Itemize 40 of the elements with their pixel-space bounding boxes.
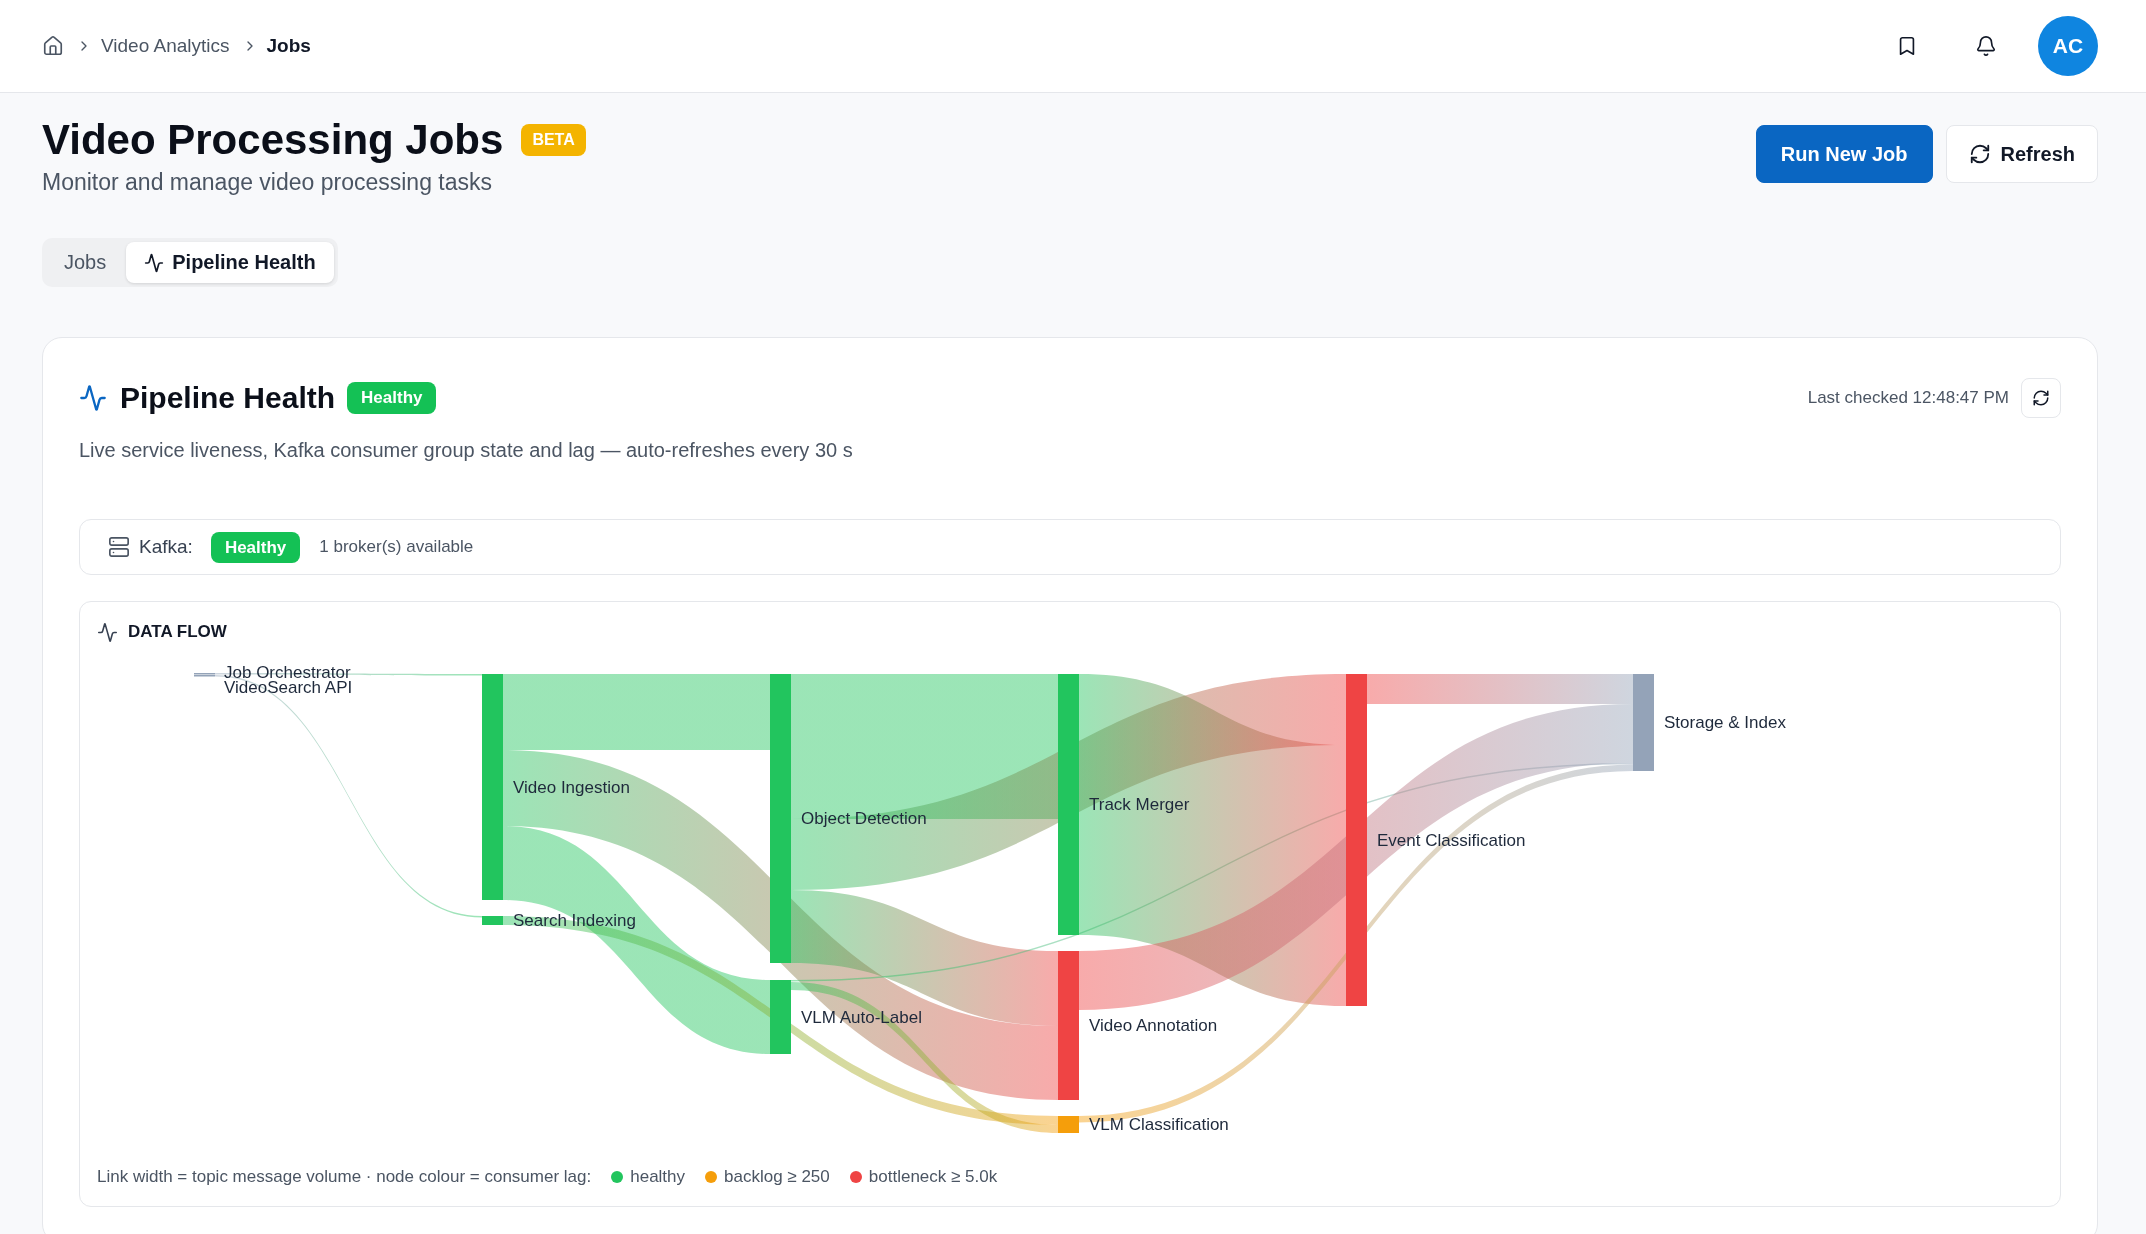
node-label: Object Detection bbox=[801, 809, 927, 828]
page-title: Video Processing Jobs bbox=[42, 115, 504, 165]
refresh-icon-button[interactable] bbox=[2021, 378, 2061, 418]
node-label: Storage & Index bbox=[1664, 713, 1786, 732]
data-flow-title: DATA FLOW bbox=[128, 622, 227, 642]
node-label: Search Indexing bbox=[513, 911, 636, 930]
status-badge: Healthy bbox=[347, 382, 437, 414]
legend-label: backlog ≥ 250 bbox=[724, 1167, 830, 1187]
tab[interactable]: Pipeline Health bbox=[126, 242, 334, 283]
last-checked-text: Last checked 12:48:47 PM bbox=[1807, 388, 2009, 408]
legend-text: Link width = topic message volume · node colour = consumer lag: bbox=[97, 1167, 592, 1187]
tab[interactable]: Jobs bbox=[46, 242, 125, 283]
legend-label: bottleneck ≥ 5.0k bbox=[868, 1167, 998, 1187]
kafka-label: Kafka: bbox=[139, 536, 193, 558]
bell-icon[interactable] bbox=[1975, 35, 1997, 57]
node-label: Video Annotation bbox=[1089, 1016, 1218, 1035]
node-label: VLM Auto-Label bbox=[801, 1007, 922, 1027]
pulse-icon bbox=[144, 252, 165, 273]
refresh-button[interactable]: Refresh bbox=[1945, 125, 2098, 183]
run-job-button[interactable]: Run New Job bbox=[1755, 125, 1933, 183]
beta-badge: BETA bbox=[521, 124, 586, 156]
breadcrumb-link[interactable]: Jobs bbox=[266, 35, 311, 57]
refresh-icon bbox=[1968, 143, 1991, 165]
pulse-icon bbox=[79, 384, 107, 412]
server-icon bbox=[108, 536, 130, 558]
refresh-icon bbox=[2032, 389, 2050, 407]
node-label: Event Classification bbox=[1377, 830, 1526, 850]
breadcrumb-link[interactable]: Video Analytics bbox=[101, 35, 230, 57]
broker-count-text: 1 broker(s) available bbox=[319, 537, 474, 557]
node-label: VLM Classification bbox=[1089, 1115, 1229, 1134]
page-subtitle: Monitor and manage video processing tasks bbox=[42, 168, 494, 196]
pulse-icon bbox=[97, 621, 118, 643]
home-icon[interactable] bbox=[42, 35, 64, 57]
node-label: Track Merger bbox=[1089, 795, 1190, 814]
status-badge: Healthy bbox=[210, 531, 301, 563]
card-description: Live service liveness, Kafka consumer group state and lag — auto-refreshes every 30 s bbox=[79, 438, 854, 463]
node-label: Video Ingestion bbox=[513, 777, 630, 797]
legend-label: healthy bbox=[630, 1167, 686, 1187]
user-avatar[interactable]: AC bbox=[2038, 16, 2098, 76]
card-title: Pipeline Health bbox=[120, 381, 336, 415]
